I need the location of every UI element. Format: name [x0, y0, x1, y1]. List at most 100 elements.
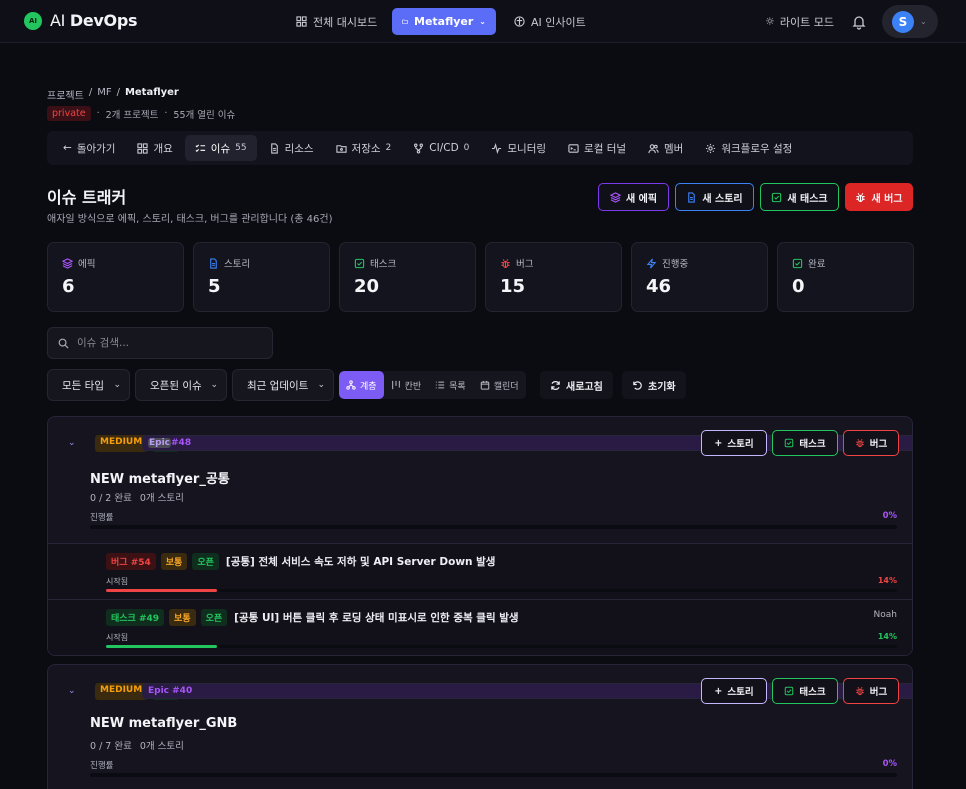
- progress-label: 진행률: [90, 513, 114, 523]
- tab-cicd[interactable]: CI/CD 0: [403, 135, 479, 161]
- breadcrumb-separator: /: [88, 87, 93, 98]
- issue-row[interactable]: 태스크 #49 보통 오픈 [공통 UI] 버튼 클릭 후 로딩 상태 미표시로…: [48, 599, 912, 655]
- tab-repository[interactable]: 저장소 2: [326, 135, 402, 161]
- issue-row[interactable]: 버그 #54 보통 오픈 [공통] 전체 서비스 속도 저하 및 API Ser…: [48, 543, 912, 599]
- tab-overview[interactable]: 개요: [127, 135, 182, 161]
- stat-card-task: 태스크 20: [339, 242, 476, 312]
- layers-icon: [62, 257, 73, 269]
- bell-icon[interactable]: [850, 13, 868, 31]
- refresh-label: 새로고침: [566, 381, 603, 393]
- tab-monitoring[interactable]: 모니터링: [481, 135, 556, 161]
- new-story-button[interactable]: 새 스토리: [675, 183, 754, 211]
- priority-badge: MEDIUM: [95, 435, 148, 452]
- nav-ai-insight-label: AI 인사이트: [531, 15, 586, 29]
- profile-menu[interactable]: S ⌄: [882, 5, 938, 38]
- priority-badge: 보통: [160, 553, 188, 570]
- users-icon: [648, 143, 659, 153]
- tab-resources[interactable]: 리소스: [259, 135, 324, 161]
- add-bug-button[interactable]: 버그: [843, 678, 899, 704]
- nav-project-dropdown[interactable]: Metaflyer ⌄: [392, 8, 496, 35]
- chevron-down-icon: ⌄: [479, 17, 486, 26]
- tab-label: CI/CD: [429, 142, 459, 154]
- progress-bar: [90, 773, 897, 777]
- tab-local-tunnel[interactable]: 로컬 터널: [558, 135, 636, 161]
- new-bug-button[interactable]: 새 버그: [845, 183, 913, 211]
- file-icon: [270, 142, 278, 154]
- stat-value: 15: [500, 276, 526, 297]
- issue-tag: 태스크 #49: [106, 609, 165, 626]
- stat-label: 완료: [808, 259, 826, 270]
- add-bug-button[interactable]: 버그: [843, 430, 899, 456]
- tab-members[interactable]: 멤버: [638, 135, 693, 161]
- issue-tag: 버그 #54: [106, 553, 156, 570]
- view-label: 캘린더: [493, 381, 519, 392]
- tab-count: 55: [235, 143, 247, 153]
- epic-card: ⌄ Epic#48 MEDIUM 오픈 NEW metaflyer_공통 0 /…: [47, 416, 913, 656]
- chevron-down-icon: ⌄: [210, 380, 218, 390]
- chevron-down-icon[interactable]: ⌄: [68, 438, 76, 448]
- tab-issues[interactable]: 이슈 55: [184, 135, 257, 161]
- issue-title[interactable]: [공통] 전체 서비스 속도 저하 및 API Server Down 발생: [226, 554, 496, 569]
- page-title: 이슈 트래커: [47, 188, 127, 207]
- new-task-button[interactable]: 새 태스크: [760, 183, 839, 211]
- file-text-icon: [210, 257, 217, 269]
- tab-label: 이슈: [210, 142, 231, 155]
- breadcrumb-mf[interactable]: MF: [97, 87, 111, 102]
- reset-button[interactable]: 초기화: [622, 371, 686, 399]
- epic-title[interactable]: NEW metaflyer_공통: [90, 468, 230, 487]
- tab-workflow-settings[interactable]: 워크플로우 설정: [695, 135, 802, 161]
- progress-percent: 0%: [882, 511, 897, 521]
- checkbox-icon: [785, 438, 794, 448]
- view-calendar[interactable]: 캘린더: [473, 371, 526, 399]
- project-count: 2개 프로젝트: [105, 109, 159, 121]
- tab-label: 개요: [153, 142, 173, 155]
- chevron-down-icon[interactable]: ⌄: [68, 686, 76, 696]
- add-task-button[interactable]: 태스크: [772, 430, 838, 456]
- view-hierarchy[interactable]: 계층: [339, 371, 384, 399]
- sort-select[interactable]: 최근 업데이트 ⌄: [232, 369, 334, 401]
- breadcrumb: 프로젝트 / MF / Metaflyer: [47, 87, 179, 102]
- theme-toggle[interactable]: ☼ 라이트 모드: [757, 8, 842, 35]
- issue-progress-bar: [106, 589, 897, 592]
- nav-ai-insight[interactable]: AI 인사이트: [504, 8, 596, 35]
- epic-tag-number: #48: [171, 438, 192, 448]
- progress-label: 진행률: [90, 761, 114, 771]
- grid-icon: [137, 142, 149, 154]
- add-story-label: 스토리: [727, 439, 754, 450]
- add-story-button[interactable]: + 스토리: [701, 430, 767, 456]
- stat-value: 6: [62, 276, 75, 297]
- epic-title[interactable]: NEW metaflyer_GNB: [90, 716, 237, 731]
- nav-dashboard[interactable]: 전체 대시보드: [286, 8, 387, 35]
- status-filter[interactable]: 오픈된 이슈 ⌄: [135, 369, 227, 401]
- search-input[interactable]: [77, 337, 257, 349]
- issue-title[interactable]: [공통 UI] 버튼 클릭 후 로딩 상태 미표시로 인한 중복 클릭 발생: [234, 610, 518, 625]
- tab-label: 돌아가기: [76, 142, 116, 155]
- view-kanban[interactable]: 칸반: [384, 371, 429, 399]
- reset-label: 초기화: [648, 381, 676, 393]
- type-filter[interactable]: 모든 타입 ⌄: [47, 369, 130, 401]
- view-list[interactable]: 목록: [428, 371, 473, 399]
- view-label: 목록: [449, 381, 466, 392]
- epic-story-count: 0개 스토리: [139, 741, 184, 752]
- new-epic-button[interactable]: 새 에픽: [598, 183, 669, 211]
- sun-icon: ☼: [765, 15, 775, 28]
- bug-icon: [856, 686, 864, 696]
- refresh-button[interactable]: 새로고침: [540, 371, 613, 399]
- brand-name: AI DevOps: [50, 11, 138, 30]
- terminal-icon: [568, 143, 579, 153]
- add-task-label: 태스크: [799, 439, 826, 450]
- status-filter-value: 오픈된 이슈: [150, 379, 202, 392]
- tab-back[interactable]: ← 돌아가기: [53, 135, 125, 161]
- brand[interactable]: AI AI DevOps: [24, 11, 138, 30]
- stat-label: 버그: [516, 259, 534, 270]
- new-story-label: 새 스토리: [702, 193, 743, 205]
- lightning-icon: [646, 258, 657, 268]
- add-story-button[interactable]: + 스토리: [701, 678, 767, 704]
- epic-completion: 0 / 7 완료: [90, 741, 132, 752]
- breadcrumb-current: Metaflyer: [124, 87, 179, 98]
- gear-icon: [706, 143, 716, 153]
- add-task-button[interactable]: 태스크: [772, 678, 838, 704]
- search-box: [47, 327, 273, 359]
- breadcrumb-projects[interactable]: 프로젝트: [47, 87, 84, 102]
- refresh-icon: [551, 380, 560, 390]
